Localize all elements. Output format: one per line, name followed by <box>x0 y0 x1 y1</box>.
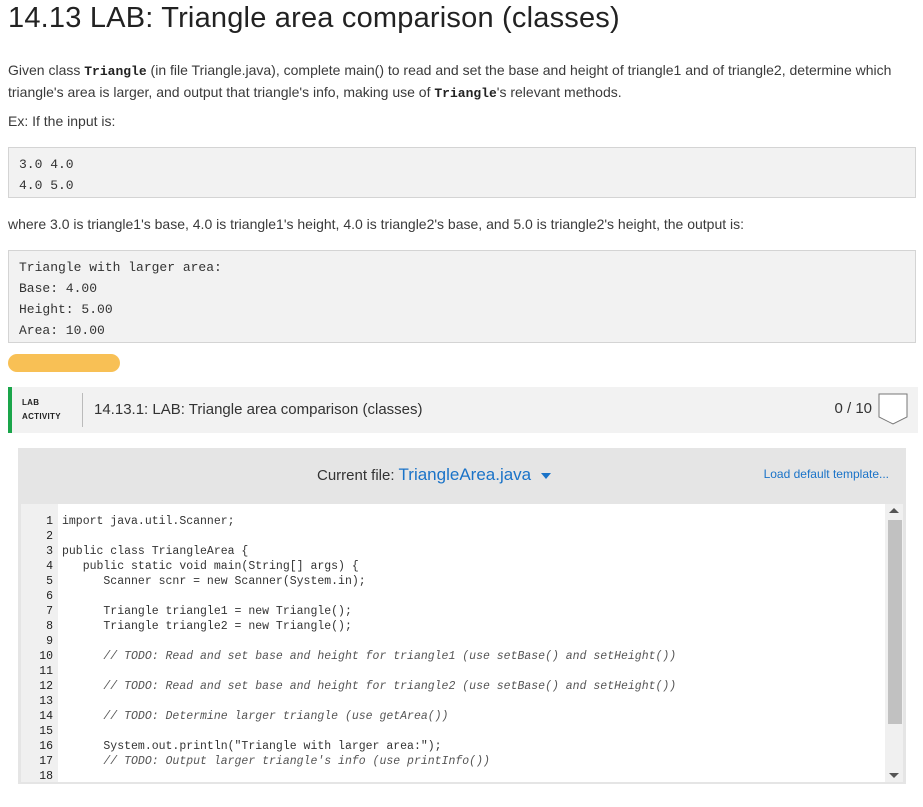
file-bar: Current file: TriangleArea.java Load defa… <box>18 448 906 502</box>
line-number: 13 <box>39 695 53 708</box>
current-file-name[interactable]: TriangleArea.java <box>399 465 532 484</box>
line-number: 3 <box>46 545 53 558</box>
vertical-scrollbar[interactable] <box>885 504 903 782</box>
line-number: 4 <box>46 560 53 573</box>
line-number: 10 <box>39 650 53 663</box>
current-file-label: Current file: <box>317 467 395 484</box>
example-output-block: Triangle with larger area: Base: 4.00 He… <box>8 250 916 343</box>
example-explanation: where 3.0 is triangle1's base, 4.0 is tr… <box>8 216 745 232</box>
code-text: public class TriangleArea { <box>62 545 249 558</box>
line-number: 16 <box>39 740 53 753</box>
code-text: // TODO: Read and set base and height fo… <box>62 680 677 693</box>
code-editor[interactable]: 1 import java.util.Scanner; 2 3 public class… <box>21 504 903 782</box>
line-number: 8 <box>46 620 53 633</box>
code-text: // TODO: Determine larger triangle (use … <box>62 710 449 723</box>
line-number: 17 <box>39 755 53 768</box>
code-text: Scanner scnr = new Scanner(System.in); <box>62 575 366 588</box>
example-lead: Ex: If the input is: <box>8 113 116 129</box>
intro-text-3: 's relevant methods. <box>496 84 622 100</box>
page-title: 14.13 LAB: Triangle area comparison (cla… <box>8 2 620 34</box>
lab-tag-line1: LAB <box>22 398 40 407</box>
line-number: 14 <box>39 710 53 723</box>
scrollbar-thumb[interactable] <box>888 520 902 724</box>
header-divider <box>82 393 83 427</box>
lab-title: 14.13.1: LAB: Triangle area comparison (… <box>94 401 423 418</box>
line-number: 15 <box>39 725 53 738</box>
lab-tag-line2: ACTIVITY <box>22 412 61 421</box>
code-text: System.out.println("Triangle with larger… <box>62 740 442 753</box>
chevron-down-icon[interactable] <box>541 473 552 480</box>
score-badge-icon <box>878 393 908 425</box>
code-text: import java.util.Scanner; <box>62 515 235 528</box>
code-text: Triangle triangle2 = new Triangle(); <box>62 620 352 633</box>
class-name-code: Triangle <box>84 64 147 79</box>
line-number: 12 <box>39 680 53 693</box>
line-number: 18 <box>39 770 53 782</box>
scroll-down-arrow-icon[interactable] <box>889 773 899 778</box>
lab-activity-tag: LAB ACTIVITY <box>22 396 61 424</box>
intro-text-1: Given class <box>8 62 85 78</box>
line-number: 6 <box>46 590 53 603</box>
highlighter-mark <box>8 354 120 372</box>
code-text: // TODO: Output larger triangle's info (… <box>62 755 490 768</box>
line-number: 7 <box>46 605 53 618</box>
scroll-up-arrow-icon[interactable] <box>889 508 899 513</box>
code-text: Triangle triangle1 = new Triangle(); <box>62 605 352 618</box>
problem-description: Given class Triangle (in file Triangle.j… <box>8 60 908 104</box>
load-default-template-link[interactable]: Load default template... <box>764 467 889 481</box>
line-number: 11 <box>39 665 53 678</box>
code-editor-panel: Current file: TriangleArea.java Load defa… <box>18 448 906 784</box>
class-name-code: Triangle <box>434 86 497 101</box>
line-number: 1 <box>46 515 53 528</box>
lab-score: 0 / 10 <box>834 400 872 417</box>
code-text: public static void main(String[] args) { <box>62 560 359 573</box>
line-number: 2 <box>46 530 53 543</box>
file-selector[interactable]: Current file: TriangleArea.java <box>317 465 552 485</box>
line-number: 5 <box>46 575 53 588</box>
example-input-block: 3.0 4.0 4.0 5.0 <box>8 147 916 198</box>
code-text: // TODO: Read and set base and height fo… <box>62 650 677 663</box>
line-number: 9 <box>46 635 53 648</box>
lab-activity-header: LAB ACTIVITY 14.13.1: LAB: Triangle area… <box>8 387 918 433</box>
